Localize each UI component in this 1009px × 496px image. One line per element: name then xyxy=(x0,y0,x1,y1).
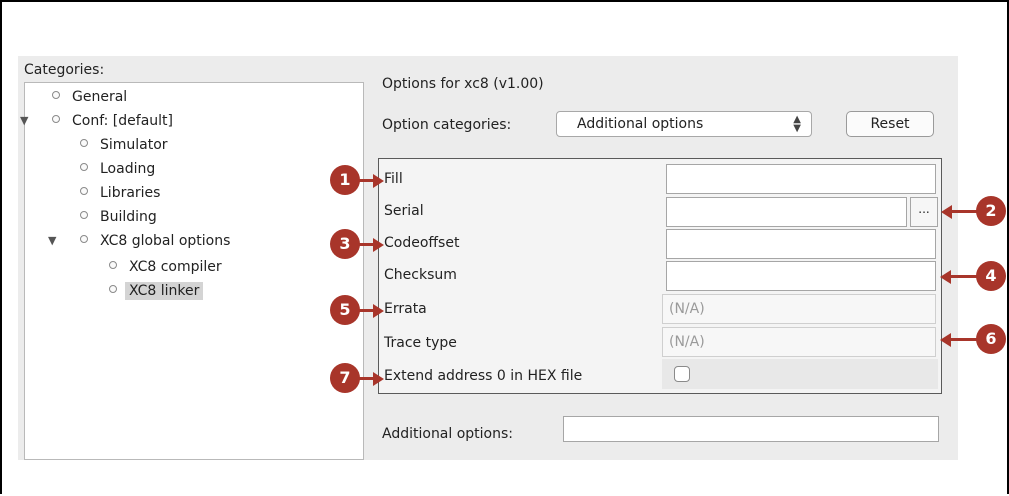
tree-node-icon xyxy=(80,187,88,195)
callout-badge-3: 3 xyxy=(330,229,360,259)
arrowhead-right-icon xyxy=(373,174,384,188)
fill-input[interactable] xyxy=(666,164,936,194)
additional-options-input[interactable] xyxy=(563,416,939,442)
tree-item-xc8-compiler[interactable]: XC8 compiler xyxy=(109,256,222,278)
tree-node-icon xyxy=(80,139,88,147)
callout-badge-5: 5 xyxy=(330,295,360,325)
tree-item-conf-default[interactable]: ▼ Conf: [default] xyxy=(20,110,173,132)
checksum-input[interactable] xyxy=(666,261,936,291)
tree-item-simulator[interactable]: Simulator xyxy=(80,134,168,156)
serial-browse-button[interactable]: ... xyxy=(910,197,938,227)
tree-node-icon xyxy=(80,235,88,243)
callout-badge-7: 7 xyxy=(330,363,360,393)
callout-badge-4: 4 xyxy=(976,261,1006,291)
extend-address-label: Extend address 0 in HEX file xyxy=(384,368,583,384)
errata-label: Errata xyxy=(384,301,427,317)
expand-triangle-icon[interactable]: ▼ xyxy=(48,230,56,252)
trace-type-label: Trace type xyxy=(384,335,457,351)
options-title: Options for xc8 (v1.00) xyxy=(382,76,544,92)
callout-arrow-4 xyxy=(949,275,978,278)
callout-arrow-2 xyxy=(950,210,978,213)
extend-address-cell xyxy=(662,359,938,389)
tree-item-libraries[interactable]: Libraries xyxy=(80,182,160,204)
extend-address-checkbox[interactable] xyxy=(674,366,690,382)
callout-badge-2: 2 xyxy=(976,196,1006,226)
arrowhead-right-icon xyxy=(373,238,384,252)
fill-label: Fill xyxy=(384,171,403,187)
callout-badge-6: 6 xyxy=(976,324,1006,354)
callout-arrow-6 xyxy=(949,338,978,341)
option-categories-value: Additional options xyxy=(577,116,704,132)
serial-input[interactable] xyxy=(666,197,907,227)
tree-node-icon xyxy=(52,91,60,99)
tree-node-icon xyxy=(109,261,117,269)
codeoffset-input[interactable] xyxy=(666,229,936,259)
tree-item-xc8-global-options[interactable]: ▼ XC8 global options xyxy=(48,230,230,252)
select-updown-icon: ▲ ▼ xyxy=(793,114,801,134)
checksum-label: Checksum xyxy=(384,267,457,283)
arrowhead-right-icon xyxy=(373,372,384,386)
tree-item-building[interactable]: Building xyxy=(80,206,157,228)
categories-label: Categories: xyxy=(24,62,105,78)
additional-options-label: Additional options: xyxy=(382,426,514,442)
callout-badge-1: 1 xyxy=(330,165,360,195)
reset-button[interactable]: Reset xyxy=(846,111,934,137)
tree-item-xc8-linker[interactable]: XC8 linker xyxy=(109,280,204,302)
trace-type-input[interactable]: (N/A) xyxy=(662,327,936,357)
option-categories-select[interactable]: Additional options ▲ ▼ xyxy=(556,111,812,137)
errata-input[interactable]: (N/A) xyxy=(662,294,936,324)
serial-label: Serial xyxy=(384,203,424,219)
tree-item-loading[interactable]: Loading xyxy=(80,158,155,180)
tree-node-icon xyxy=(80,163,88,171)
codeoffset-label: Codeoffset xyxy=(384,235,460,251)
arrowhead-right-icon xyxy=(373,304,384,318)
option-categories-label: Option categories: xyxy=(382,117,512,133)
expand-triangle-icon[interactable]: ▼ xyxy=(20,110,28,132)
tree-node-icon xyxy=(109,285,117,293)
tree-node-icon xyxy=(52,115,60,123)
tree-item-general[interactable]: General xyxy=(52,86,127,108)
tree-node-icon xyxy=(80,211,88,219)
